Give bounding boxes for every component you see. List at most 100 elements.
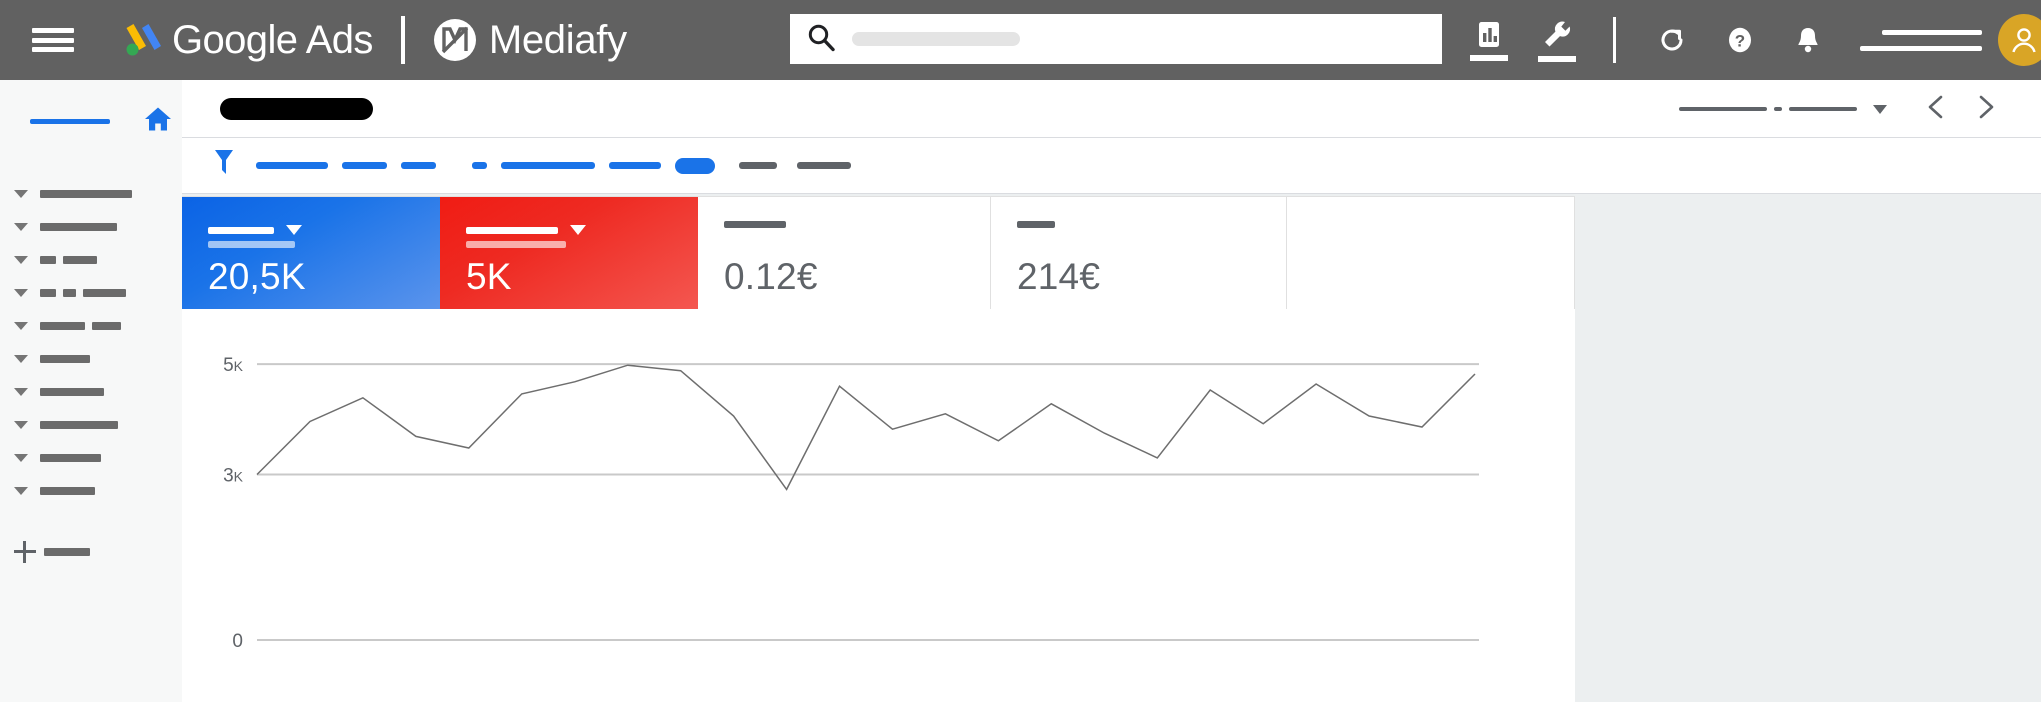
metric-card-conversions[interactable]: 5K [440,197,698,309]
triangle-down-icon[interactable] [14,321,28,330]
sidebar-item-label-redacted [40,354,90,363]
chevron-down-icon[interactable] [570,225,586,235]
metric-card-clicks[interactable]: 20,5K [182,197,440,309]
sidebar-add-item[interactable] [0,535,182,568]
sidebar-item-10[interactable] [0,474,182,507]
sidebar-item-7[interactable] [0,375,182,408]
filter-chip-2[interactable] [342,162,387,169]
triangle-down-icon[interactable] [14,354,28,363]
topbar-divider [1613,17,1616,63]
filter-chip-6[interactable] [609,162,661,169]
chart-y-axis-label: 5K [223,355,244,376]
svg-text:?: ? [1735,32,1745,51]
search-input[interactable] [852,32,1020,46]
metric-sublabel-redacted [466,241,566,248]
metric-label-redacted [466,226,558,234]
filter-chip-8[interactable] [739,162,777,169]
sidebar-item-5[interactable] [0,309,182,342]
metric-card-value: 5K [466,256,512,297]
filter-chip-7-active[interactable] [675,157,715,174]
metric-label-redacted [724,221,786,228]
sidebar-item-3[interactable] [0,243,182,276]
chevron-down-icon[interactable] [286,225,302,235]
sidebar-item-label-redacted [40,387,104,396]
refresh-icon[interactable] [1644,12,1700,68]
hamburger-line [32,37,74,43]
mediafy-title: Mediafy [488,17,627,62]
metric-card-avg-cpc[interactable]: 0.12€ [698,197,991,309]
sidebar-item-2[interactable] [0,210,182,243]
brand-divider [400,16,405,64]
sidebar-item-label-redacted [63,288,76,297]
triangle-down-icon[interactable] [14,288,28,297]
sidebar-item-label-redacted [40,189,132,198]
hamburger-menu-icon[interactable] [32,24,74,56]
search-bar[interactable] [790,14,1442,64]
tools-and-settings-icon[interactable] [1529,12,1585,68]
page-title-bar [182,80,2041,138]
date-range-seg [1789,107,1857,111]
triangle-down-icon[interactable] [14,222,28,231]
metric-card-label [724,221,990,228]
top-app-bar: Google Ads Mediafy ? [0,0,2041,80]
google-ads-title: Google Ads [172,17,373,62]
sidebar-item-4[interactable] [0,276,182,309]
notifications-bell-icon[interactable] [1780,12,1836,68]
mediafy-brand[interactable]: Mediafy [433,18,627,63]
filter-chip-1[interactable] [256,162,328,169]
date-range-selector[interactable] [1679,80,2011,138]
account-line-1 [1882,29,1982,35]
triangle-down-icon[interactable] [14,189,28,198]
account-line-2 [1860,45,1982,51]
sidebar-item-label-redacted [63,255,97,264]
triangle-down-icon[interactable] [14,420,28,429]
sidebar-item-8[interactable] [0,408,182,441]
metric-card-label [1017,221,1286,228]
reports-icon[interactable] [1461,12,1517,68]
sidebar-item-label-redacted [40,420,118,429]
mediafy-logo-icon [433,18,477,62]
metric-card-cost[interactable]: 214€ [991,197,1287,309]
account-name-redacted[interactable] [1860,29,1982,51]
chevron-right-icon[interactable] [1975,93,1997,126]
sidebar-item-6[interactable] [0,342,182,375]
sidebar-item-label-redacted [40,222,117,231]
filter-chip-9[interactable] [797,162,851,169]
page-title-redacted [220,97,373,120]
date-range-seg [1774,107,1782,111]
plus-icon[interactable] [14,540,36,563]
triangle-down-icon[interactable] [14,387,28,396]
metric-label-redacted [208,226,274,234]
metric-card-value: 0.12€ [724,256,818,297]
help-icon[interactable]: ? [1712,12,1768,68]
filter-chip-5[interactable] [501,162,595,169]
sidebar-header [0,80,182,137]
metric-card-empty[interactable] [1287,197,1574,309]
filter-bar [182,138,2041,194]
filter-chip-3[interactable] [401,162,436,169]
triangle-down-icon[interactable] [14,486,28,495]
metric-label-redacted [1017,221,1055,228]
triangle-down-icon[interactable] [14,453,28,462]
home-icon[interactable] [144,106,172,137]
triangle-down-icon[interactable] [14,255,28,264]
reports-label-redacted [1470,55,1508,61]
sidebar-item-9[interactable] [0,441,182,474]
sidebar-item-1[interactable] [0,177,182,210]
filter-chip-4[interactable] [472,162,487,169]
hamburger-line [32,28,74,33]
user-avatar-icon[interactable] [1998,14,2041,66]
metric-card-label [208,225,440,235]
sidebar-nav-list [0,177,182,568]
sidebar-header-redacted [30,119,110,124]
chevron-left-icon[interactable] [1925,93,1947,126]
filter-funnel-icon[interactable] [214,147,234,184]
chevron-down-icon[interactable] [1873,104,1887,114]
tools-label-redacted [1538,56,1576,62]
chart-y-axis-label: 3K [223,465,244,486]
performance-chart[interactable]: 0 3K 5K [182,309,1575,702]
metric-card-label [466,225,698,235]
chart-canvas: 0 3K 5K [223,355,1479,652]
sidebar-item-label-redacted [40,453,101,462]
google-ads-brand[interactable]: Google Ads [118,17,373,63]
